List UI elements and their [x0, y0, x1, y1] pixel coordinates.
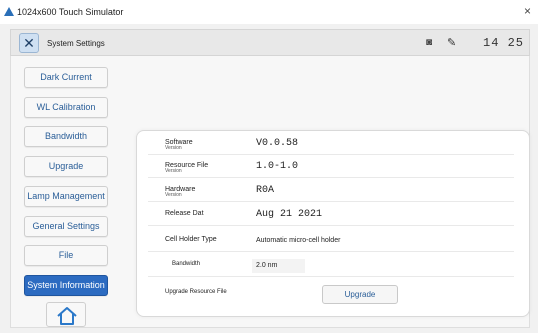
release-date-label: Release Dat [165, 210, 204, 217]
software-version-label: Software Version [165, 139, 193, 151]
nav-lamp-management[interactable]: Lamp Management [24, 186, 108, 207]
nav-wl-calibration[interactable]: WL Calibration [24, 97, 108, 118]
nav-dark-current[interactable]: Dark Current [24, 67, 108, 88]
bandwidth-label: Bandwidth [172, 261, 201, 267]
resource-file-label: Resource File Version [165, 162, 209, 174]
resource-file-value: 1.0-1.0 [256, 161, 299, 172]
nav-bandwidth[interactable]: Bandwidth [24, 126, 108, 147]
cell-holder-row: Cell Holder Type Automatic micro-cell ho… [148, 230, 514, 252]
hardware-version-value: R0A [256, 185, 275, 196]
home-icon [57, 307, 77, 325]
upgrade-resource-label: Upgrade Resource File [165, 289, 227, 295]
nav-file[interactable]: File [24, 245, 108, 266]
release-date-value: Aug 21 2021 [256, 209, 323, 220]
software-version-row: Software Version V0.0.58 [148, 133, 514, 155]
tools-icon[interactable]: ✕ [19, 33, 39, 53]
bandwidth-value: 2.0 nm [252, 259, 306, 273]
release-date-row: Release Dat Aug 21 2021 [148, 204, 514, 226]
pencil-icon[interactable]: ✎ [447, 36, 456, 49]
software-version-value: V0.0.58 [256, 138, 299, 149]
header-bar: ✕ System Settings ◙ ✎ 14 25 [10, 29, 530, 56]
bandwidth-row: Bandwidth 2.0 nm [148, 255, 514, 277]
hardware-version-row: Hardware Version R0A [148, 180, 514, 202]
nav-system-information[interactable]: System Information [24, 275, 108, 296]
triangle-logo-icon [4, 7, 14, 16]
window-title: 1024x600 Touch Simulator [17, 7, 124, 17]
lamp-icon[interactable]: ◙ [426, 37, 432, 48]
upgrade-button[interactable]: Upgrade [322, 285, 398, 304]
cell-holder-value: Automatic micro-cell holder [256, 237, 341, 244]
hardware-version-label: Hardware Version [165, 186, 196, 198]
nav-upgrade[interactable]: Upgrade [24, 156, 108, 177]
window-titlebar: 1024x600 Touch Simulator × [0, 0, 538, 24]
clock: 14 25 [483, 36, 525, 50]
cell-holder-label: Cell Holder Type [165, 236, 217, 243]
resource-file-row: Resource File Version 1.0-1.0 [148, 156, 514, 178]
page-title: System Settings [47, 39, 105, 48]
nav-general-settings[interactable]: General Settings [24, 216, 108, 237]
close-icon[interactable]: × [524, 4, 531, 18]
home-button[interactable] [46, 302, 86, 327]
